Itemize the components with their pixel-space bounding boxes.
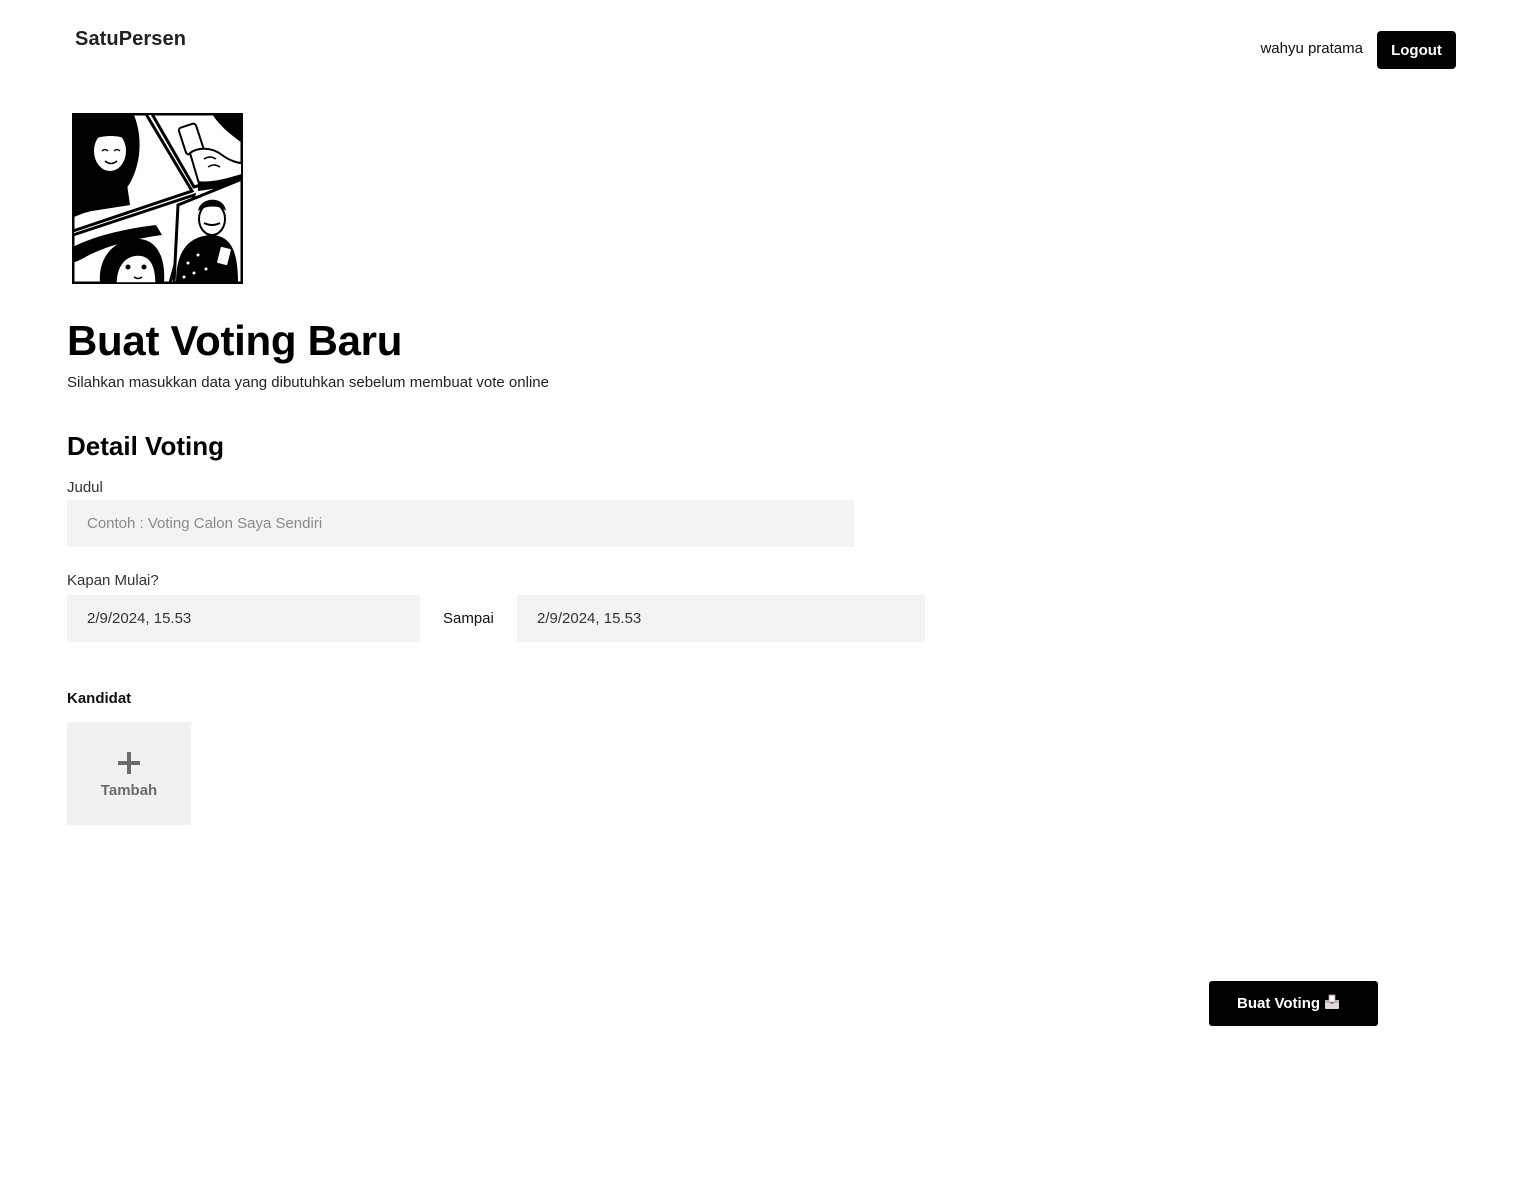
title-input[interactable] xyxy=(67,500,854,547)
ballot-box-icon xyxy=(1325,994,1340,1009)
start-datetime-input[interactable] xyxy=(67,595,420,642)
title-label: Judul xyxy=(67,479,103,496)
create-voting-page: SatuPersen wahyu pratama Logout Buat Vot… xyxy=(0,0,1536,1177)
add-candidate-label: Tambah xyxy=(100,782,158,799)
candidates-label: Kandidat xyxy=(67,690,132,707)
add-candidate-button[interactable]: Tambah xyxy=(67,722,191,825)
user-name: wahyu pratama xyxy=(1260,40,1363,57)
start-date-label: Kapan Mulai? xyxy=(67,572,159,589)
end-date-label: Sampai xyxy=(443,610,494,627)
logout-button[interactable]: Logout xyxy=(1377,31,1456,69)
section-title-detail-voting: Detail Voting xyxy=(67,431,224,461)
create-voting-button[interactable]: Buat Voting xyxy=(1209,981,1378,1026)
end-datetime-input[interactable] xyxy=(517,595,925,642)
create-voting-label: Buat Voting xyxy=(1237,995,1321,1012)
comic-people-voting-illustration xyxy=(72,113,243,284)
page-title: Buat Voting Baru xyxy=(67,317,403,364)
plus-icon xyxy=(118,752,140,774)
page-subtitle: Silahkan masukkan data yang dibutuhkan s… xyxy=(67,374,549,391)
brand-logo[interactable]: SatuPersen xyxy=(75,28,186,51)
